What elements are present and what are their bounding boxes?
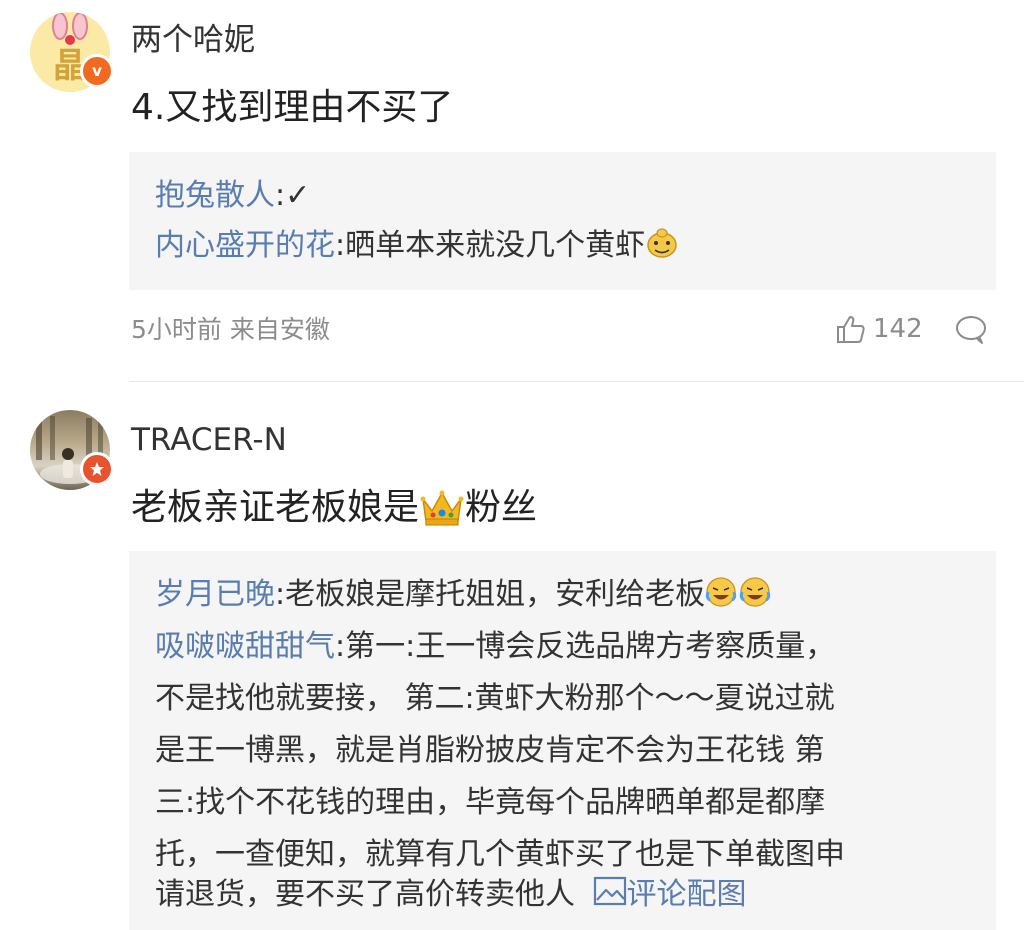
thumbs-up-icon (837, 316, 865, 343)
verified-v-icon: v (80, 54, 114, 88)
avatar-user-2[interactable] (30, 410, 114, 490)
reply-item[interactable]: 内心盛开的花:晒单本来就没几个黄虾 (155, 222, 679, 270)
reply-text: :✓ (275, 178, 311, 213)
reply-item[interactable]: 吸啵啵甜甜气:第一:王一博会反选品牌方考察质量， (155, 623, 835, 671)
comment-image-label[interactable]: 评论配图 (627, 877, 747, 912)
comment-text: 老板亲证老板娘是 粉丝 (131, 484, 537, 532)
reply-text: :晒单本来就没几个黄虾 (335, 228, 646, 263)
reply-item-last-line: 请退货，要不买了高价转卖他人 评论配图 (155, 871, 747, 919)
crown-emoji-icon (420, 490, 464, 526)
reply-item[interactable]: 岁月已晚:老板娘是摩托姐姐，安利给老板 (155, 571, 773, 619)
reply-text: :老板娘是摩托姐姐，安利给老板 (275, 577, 706, 612)
laughing-tears-emoji-icon (705, 577, 771, 607)
replies-box[interactable]: 岁月已晚:老板娘是摩托姐姐，安利给老板 吸啵啵甜甜气:第一:王一博会反选品牌方考… (129, 551, 996, 930)
comment-text-part: 粉丝 (465, 487, 538, 528)
reply-username[interactable]: 内心盛开的花 (155, 228, 335, 263)
comment-bubble-icon (956, 316, 986, 344)
reply-username[interactable]: 岁月已晚 (155, 577, 275, 612)
doge-emoji-icon (647, 228, 677, 258)
reply-text: :第一:王一博会反选品牌方考察质量， (335, 629, 836, 664)
like-count: 142 (873, 314, 923, 344)
replies-box[interactable]: 抱兔散人:✓ 内心盛开的花:晒单本来就没几个黄虾 (129, 152, 996, 290)
comment-meta: 5小时前 来自安徽 (131, 315, 330, 344)
username[interactable]: TRACER-N (131, 420, 287, 460)
reply-text-line: 请退货，要不买了高价转卖他人 (155, 877, 575, 912)
username[interactable]: 两个哈妮 (131, 20, 255, 60)
comment-image-link[interactable]: 评论配图 (593, 876, 747, 912)
comment-divider (129, 381, 1024, 382)
reply-item[interactable]: 抱兔散人:✓ (155, 172, 310, 220)
reply-text-line: 三:找个不花钱的理由，毕竟每个品牌晒单都是都摩 (155, 785, 826, 820)
image-icon (593, 876, 626, 906)
comment-text-part: 老板亲证老板娘是 (131, 487, 420, 528)
reply-text-line: 不是找他就要接， 第二:黄虾大粉那个～～夏说过就 (155, 681, 835, 716)
avatar-user-1[interactable]: 晶 v (30, 12, 114, 92)
like-button[interactable]: 142 (835, 313, 923, 345)
reply-button[interactable] (954, 314, 988, 346)
comment-text: 4.又找到理由不买了 (131, 87, 454, 128)
reply-username[interactable]: 吸啵啵甜甜气 (155, 629, 335, 664)
reply-username[interactable]: 抱兔散人 (155, 178, 275, 213)
star-badge-icon (80, 452, 114, 486)
reply-text-line: 是王一博黑，就是肖脂粉披皮肯定不会为王花钱 第 (155, 733, 825, 768)
